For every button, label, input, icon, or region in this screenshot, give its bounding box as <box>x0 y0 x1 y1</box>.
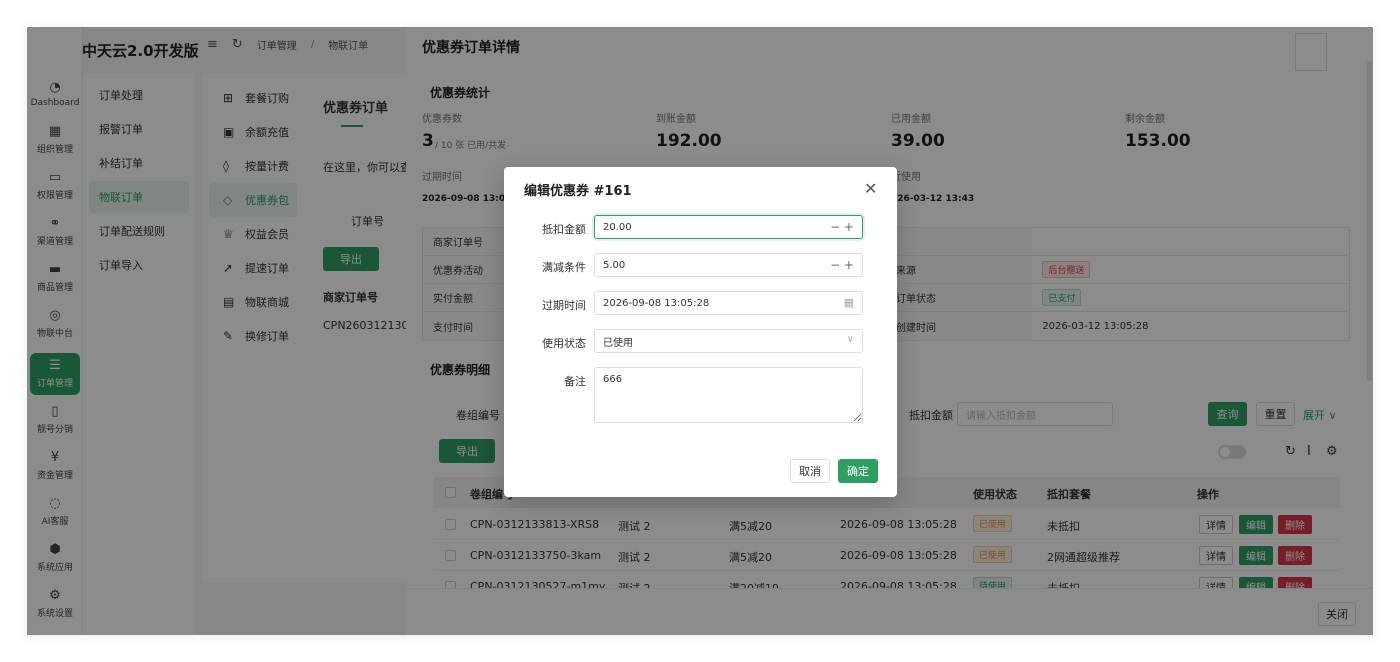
edit-coupon-dialog: 编辑优惠券 #161 ✕ 抵扣金额 20.00− + 满减条件 5.00− + … <box>504 167 897 497</box>
amount-value: 20.00 <box>603 221 632 233</box>
expire-time-picker[interactable]: 2026-09-08 13:05:28 ▦ <box>594 291 863 315</box>
expire-time-value: 2026-09-08 13:05:28 <box>603 297 710 309</box>
close-icon[interactable]: ✕ <box>864 179 877 198</box>
status-label: 使用状态 <box>542 337 586 350</box>
dialog-title: 编辑优惠券 #161 <box>524 184 632 199</box>
stepper-controls[interactable]: − + <box>830 258 854 272</box>
status-select[interactable]: 已使用 ∨ <box>594 329 863 353</box>
threshold-value: 5.00 <box>603 259 626 271</box>
status-value: 已使用 <box>603 337 633 349</box>
remark-label: 备注 <box>564 375 586 388</box>
calendar-icon: ▦ <box>843 296 854 309</box>
remark-textarea[interactable]: 666 <box>594 367 863 423</box>
cancel-button[interactable]: 取消 <box>790 459 830 483</box>
amount-label: 抵扣金额 <box>542 223 586 236</box>
confirm-button[interactable]: 确定 <box>838 459 878 483</box>
stepper-controls[interactable]: − + <box>830 220 854 234</box>
amount-stepper[interactable]: 20.00 − + <box>594 215 863 239</box>
threshold-stepper[interactable]: 5.00 − + <box>594 253 863 277</box>
threshold-label: 满减条件 <box>542 261 586 274</box>
chevron-down-icon: ∨ <box>846 334 854 345</box>
expire-time-label: 过期时间 <box>542 299 586 312</box>
